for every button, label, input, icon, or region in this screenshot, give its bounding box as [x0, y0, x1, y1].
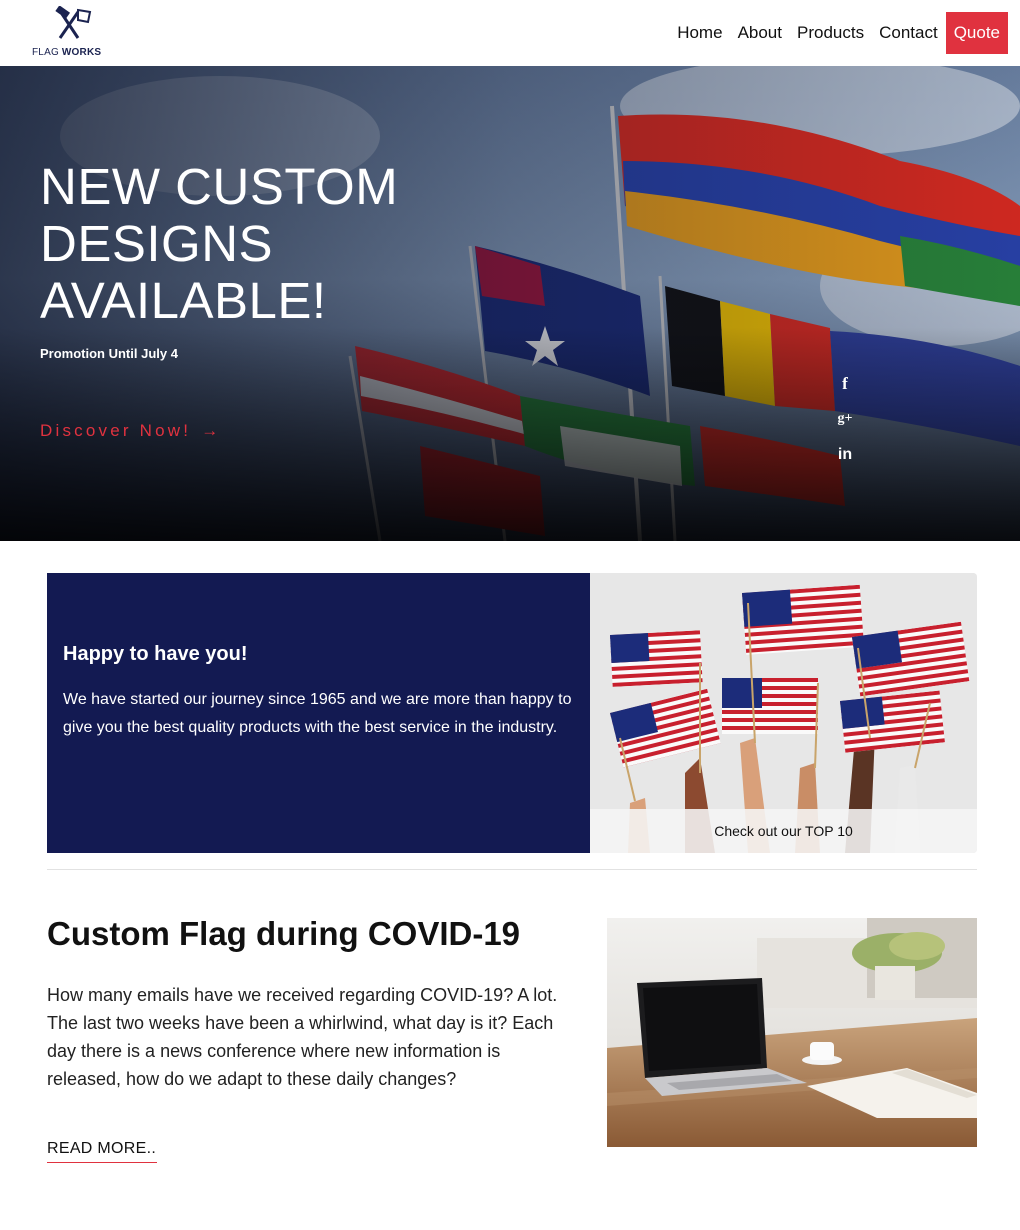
discover-now-link[interactable]: Discover Now! → [40, 421, 218, 441]
quote-button[interactable]: Quote [945, 12, 1008, 54]
article-text: How many emails have we received regardi… [47, 985, 558, 1089]
nav-contact[interactable]: Contact [875, 12, 942, 54]
nav-home[interactable]: Home [673, 12, 726, 54]
google-plus-icon[interactable]: g+ [834, 411, 856, 427]
welcome-text-panel: Happy to have you! We have started our j… [47, 573, 590, 853]
laptop-photo [607, 918, 977, 1147]
welcome-title: Happy to have you! [63, 643, 248, 665]
article-title: Custom Flag during COVID-19 [47, 915, 521, 952]
section-divider [47, 869, 977, 870]
logo-text: FLAG WORKS [32, 47, 102, 58]
facebook-icon[interactable]: f [834, 374, 856, 394]
nav-products[interactable]: Products [793, 12, 868, 54]
read-more-link[interactable]: READ MORE.. [47, 1140, 157, 1163]
top10-image-panel[interactable]: Check out our TOP 10 [590, 573, 977, 853]
main-nav: Home About Products Contact Quote [666, 12, 1008, 54]
hero-title: NEW CUSTOM DESIGNS AVAILABLE! [40, 158, 399, 329]
site-header: FLAG WORKS Home About Products Contact Q… [0, 0, 1020, 66]
nav-about[interactable]: About [734, 12, 786, 54]
laptop-desk-image [607, 918, 977, 1147]
hero-banner: NEW CUSTOM DESIGNS AVAILABLE! Promotion … [0, 66, 1020, 541]
welcome-text: We have started our journey since 1965 a… [63, 691, 572, 736]
linkedin-icon[interactable]: in [834, 446, 856, 464]
top10-caption[interactable]: Check out our TOP 10 [590, 809, 977, 853]
arrow-right-icon: → [201, 421, 219, 440]
logo[interactable]: FLAG WORKS [30, 6, 106, 60]
hero-subtitle: Promotion Until July 4 [40, 346, 178, 361]
hammer-flag-icon [55, 6, 92, 39]
discover-now-label: Discover Now! [40, 421, 192, 440]
welcome-card: Happy to have you! We have started our j… [47, 573, 977, 853]
